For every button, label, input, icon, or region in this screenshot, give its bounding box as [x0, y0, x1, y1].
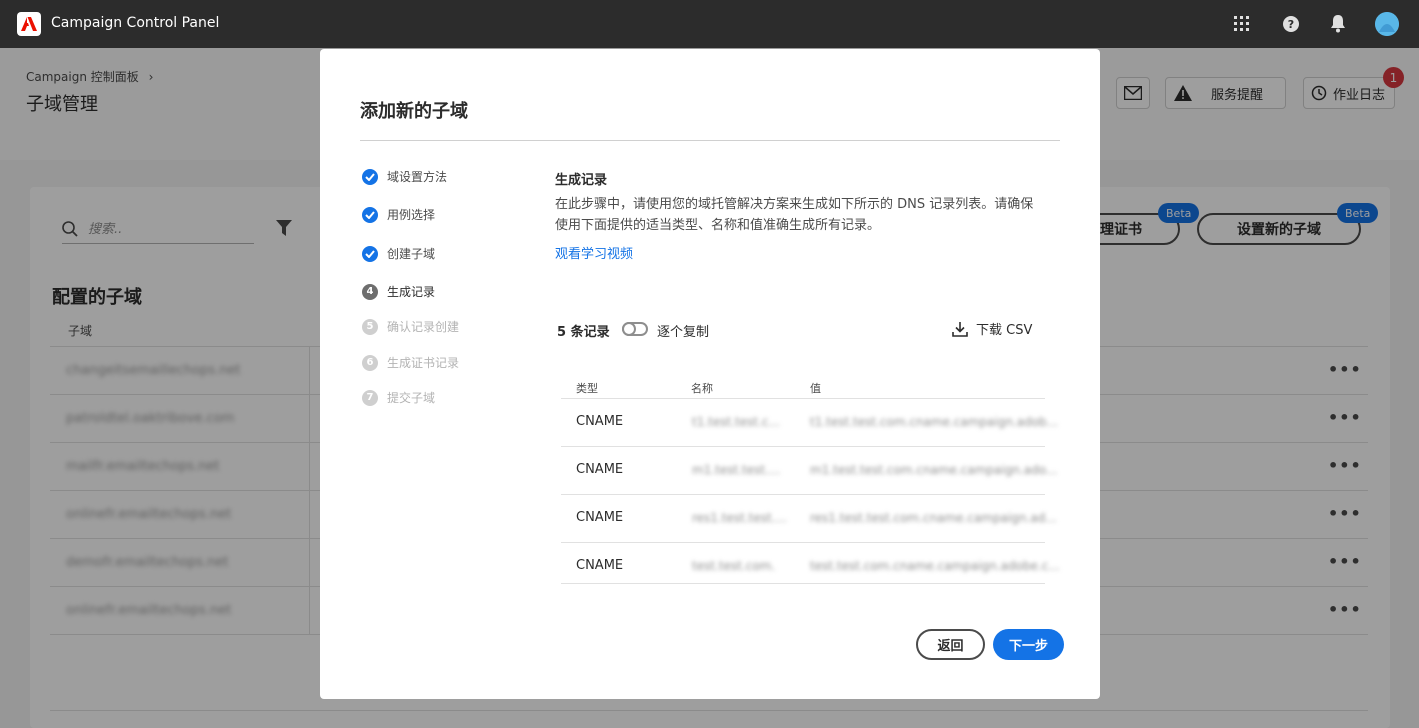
toggle-knob [622, 322, 636, 336]
content-title: 生成记录 [555, 173, 608, 188]
learn-video-link[interactable]: 观看学习视频 [555, 243, 633, 262]
checkmark-icon [362, 168, 378, 185]
step-label: 生成记录 [387, 285, 436, 299]
record-name[interactable]: test.test.com. [692, 559, 775, 573]
record-name[interactable]: res1.test.test.... [692, 511, 787, 525]
step-create-subdomain[interactable]: 创建子域 [362, 245, 435, 262]
svg-text:?: ? [1288, 18, 1294, 31]
bell-icon[interactable] [1326, 12, 1350, 36]
copy-individually-label: 逐个复制 [657, 325, 710, 340]
table-row[interactable]: CNAME res1.test.test.... res1.test.test.… [561, 494, 1057, 542]
column-header-name: 名称 [691, 382, 713, 395]
content-description: 在此步骤中，请使用您的域托管解决方案来生成如下所示的 DNS 记录列表。请确保 … [555, 194, 1060, 236]
top-bar: Campaign Control Panel ? [0, 0, 1419, 48]
step-label: 确认记录创建 [387, 320, 460, 334]
back-button[interactable]: 返回 [916, 629, 985, 660]
step-label: 域设置方法 [387, 170, 448, 184]
download-csv-button[interactable]: 下载 CSV [952, 319, 1032, 338]
step-submit-subdomain: 7 提交子域 [362, 389, 435, 406]
step-number: 4 [362, 283, 378, 300]
description-line: 在此步骤中，请使用您的域托管解决方案来生成如下所示的 DNS 记录列表。请确保 [555, 197, 1034, 212]
help-icon[interactable]: ? [1279, 12, 1303, 36]
adobe-logo-icon[interactable] [17, 12, 41, 36]
download-icon [952, 321, 968, 337]
step-number: 7 [362, 389, 378, 406]
table-row[interactable]: CNAME m1.test.test.... m1.test.test.com.… [561, 446, 1057, 494]
avatar[interactable] [1375, 12, 1399, 36]
step-label: 创建子域 [387, 247, 436, 261]
record-value[interactable]: test.test.com.cname.campaign.adobe.c... [810, 559, 1060, 573]
records-table-border [561, 583, 1045, 584]
step-confirm-records: 5 确认记录创建 [362, 318, 459, 335]
dialog-title: 添加新的子域 [360, 101, 468, 122]
record-type: CNAME [576, 462, 624, 477]
step-number: 6 [362, 354, 378, 371]
step-domain-setup-method[interactable]: 域设置方法 [362, 168, 447, 185]
record-name[interactable]: t1.test.test.c... [692, 415, 780, 429]
record-name[interactable]: m1.test.test.... [692, 463, 780, 477]
record-type: CNAME [576, 414, 624, 429]
column-header-value: 值 [810, 382, 821, 395]
apps-grid-icon[interactable] [1230, 12, 1254, 36]
checkmark-icon [362, 245, 378, 262]
step-label: 生成证书记录 [387, 356, 460, 370]
column-header-type: 类型 [576, 382, 598, 395]
next-button[interactable]: 下一步 [993, 629, 1064, 660]
record-count: 5 条记录 [557, 325, 610, 340]
download-csv-label: 下载 CSV [976, 323, 1033, 338]
step-generate-certificate-records: 6 生成证书记录 [362, 354, 459, 371]
record-value[interactable]: t1.test.test.com.cname.campaign.adob... [810, 415, 1058, 429]
dialog-divider [360, 140, 1060, 141]
step-generate-records[interactable]: 4 生成记录 [362, 283, 435, 300]
step-use-case-selection[interactable]: 用例选择 [362, 206, 435, 223]
checkmark-icon [362, 206, 378, 223]
step-label: 提交子域 [387, 391, 436, 405]
table-row[interactable]: CNAME t1.test.test.c... t1.test.test.com… [561, 398, 1058, 446]
record-value[interactable]: res1.test.test.com.cname.campaign.ad... [810, 511, 1057, 525]
description-line: 使用下面提供的适当类型、名称和值准确生成所有记录。 [555, 218, 881, 233]
record-type: CNAME [576, 558, 624, 573]
copy-individually-toggle[interactable] [622, 322, 648, 336]
add-subdomain-dialog: 添加新的子域 域设置方法 用例选择 创建子域 4 生成记录 5 确认记录创建 6… [320, 49, 1100, 699]
app-title: Campaign Control Panel [51, 15, 220, 31]
step-label: 用例选择 [387, 208, 436, 222]
record-type: CNAME [576, 510, 624, 525]
step-number: 5 [362, 318, 378, 335]
record-value[interactable]: m1.test.test.com.cname.campaign.ado... [810, 463, 1057, 477]
